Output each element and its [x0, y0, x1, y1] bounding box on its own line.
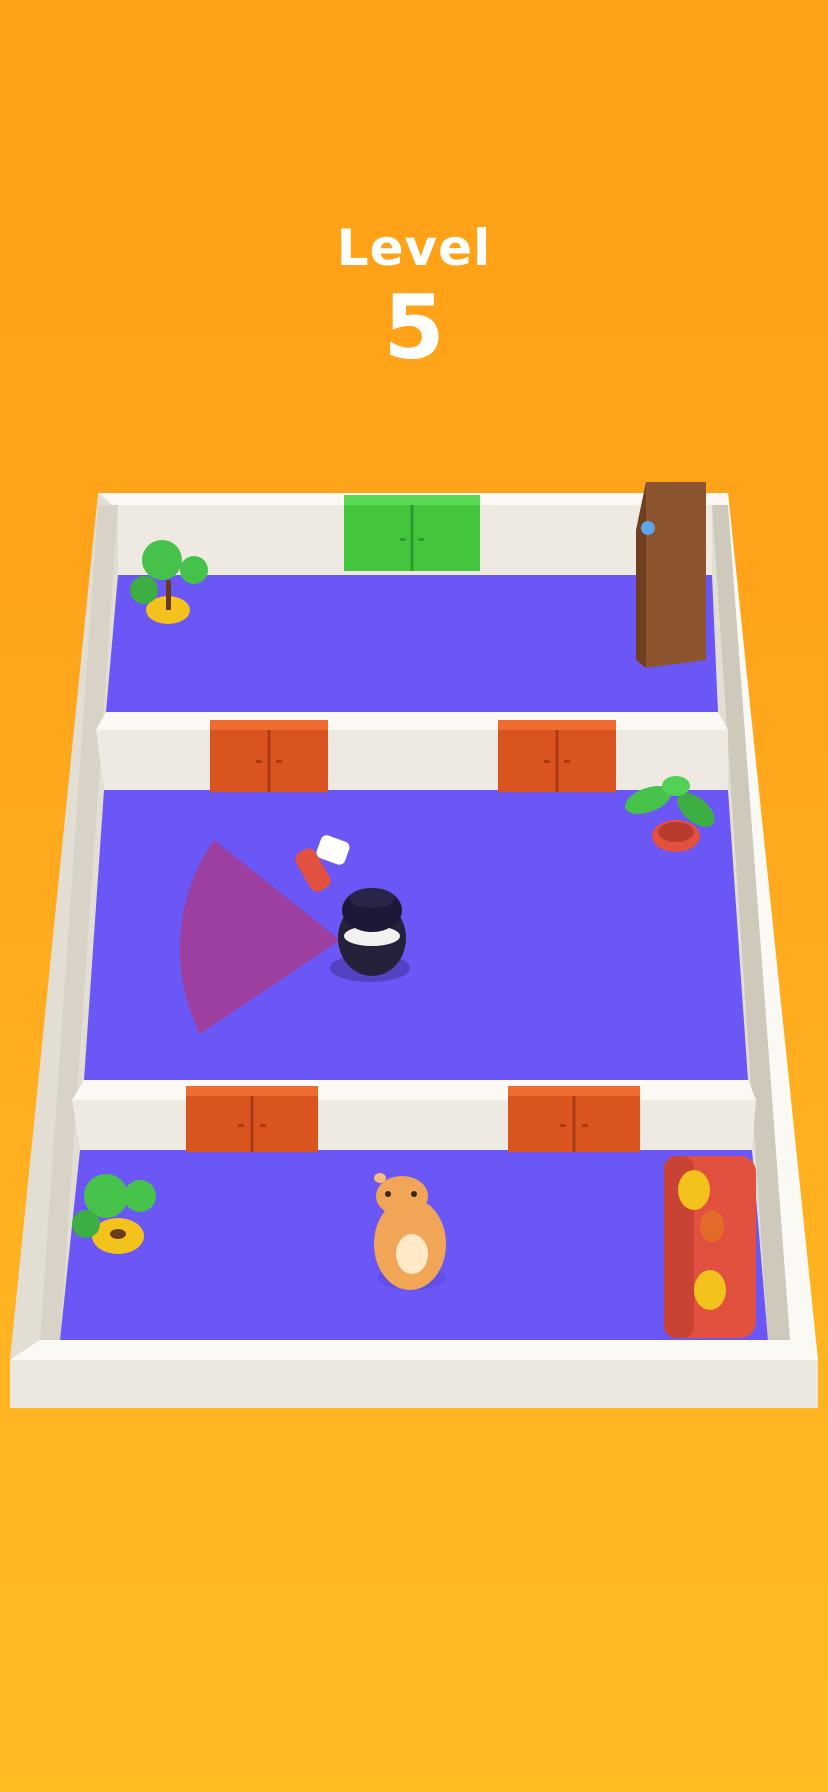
game-touch-area[interactable]: [0, 420, 828, 1420]
level-label: Level: [336, 219, 492, 277]
level-indicator: Level 5: [0, 218, 828, 376]
level-number: 5: [383, 276, 445, 379]
